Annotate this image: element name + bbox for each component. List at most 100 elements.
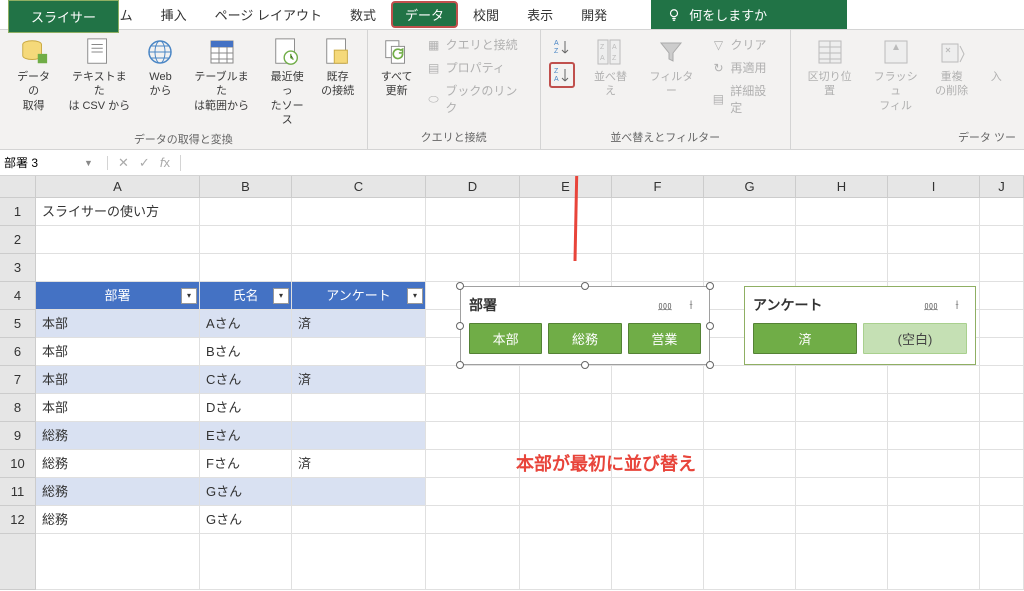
cell[interactable]: [980, 366, 1024, 394]
tab-formulas[interactable]: 数式: [336, 0, 390, 29]
cell[interactable]: [888, 226, 980, 254]
tab-data[interactable]: データ: [391, 1, 458, 28]
col-header-G[interactable]: G: [704, 176, 796, 198]
row-header[interactable]: 12: [0, 506, 36, 534]
row-header[interactable]: 3: [0, 254, 36, 282]
cell[interactable]: [980, 254, 1024, 282]
tab-pagelayout[interactable]: ページ レイアウト: [201, 0, 336, 29]
cell[interactable]: [888, 366, 980, 394]
reapply-button[interactable]: ↻再適用: [706, 57, 781, 78]
col-header-H[interactable]: H: [796, 176, 888, 198]
cell[interactable]: [292, 394, 426, 422]
from-table-button[interactable]: テーブルまた は範囲から: [185, 34, 257, 115]
tab-review[interactable]: 校閲: [459, 0, 513, 29]
tab-view[interactable]: 表示: [513, 0, 567, 29]
col-header-I[interactable]: I: [888, 176, 980, 198]
cell[interactable]: [292, 506, 426, 534]
slicer-survey[interactable]: アンケート ⅏ ⟊ 済 (空白): [744, 286, 976, 365]
cell[interactable]: Gさん: [200, 506, 292, 534]
cell[interactable]: [888, 422, 980, 450]
cell[interactable]: [36, 226, 200, 254]
sort-button[interactable]: ZAAZ並べ替え: [585, 34, 637, 101]
filter-dropdown-icon[interactable]: ▾: [181, 288, 197, 304]
tell-me-box[interactable]: 何をしますか: [651, 0, 847, 29]
cell[interactable]: [704, 226, 796, 254]
cell[interactable]: [426, 254, 520, 282]
name-box-input[interactable]: [4, 156, 84, 170]
cell[interactable]: 済: [292, 310, 426, 338]
cell[interactable]: [612, 254, 704, 282]
cell[interactable]: [426, 226, 520, 254]
existing-conn-button[interactable]: 既存 の接続: [317, 34, 359, 101]
cell[interactable]: [520, 254, 612, 282]
cell[interactable]: [704, 450, 796, 478]
multi-select-icon[interactable]: ⅏: [921, 296, 941, 314]
col-header-C[interactable]: C: [292, 176, 426, 198]
multi-select-icon[interactable]: ⅏: [655, 296, 675, 314]
cell[interactable]: スライサーの使い方: [36, 198, 200, 226]
col-header-B[interactable]: B: [200, 176, 292, 198]
cell[interactable]: [200, 534, 292, 590]
tab-slicer[interactable]: スライサー: [8, 0, 119, 33]
cell[interactable]: [520, 478, 612, 506]
row-header[interactable]: 11: [0, 478, 36, 506]
cell[interactable]: Eさん: [200, 422, 292, 450]
cell[interactable]: Aさん: [200, 310, 292, 338]
cell[interactable]: Dさん: [200, 394, 292, 422]
recent-sources-button[interactable]: 最近使っ たソース: [262, 34, 313, 129]
table-header[interactable]: アンケート▾: [292, 282, 426, 310]
cell[interactable]: [980, 478, 1024, 506]
slicer-department[interactable]: 部署 ⅏ ⟊ 本部 総務 営業: [460, 286, 710, 365]
cell[interactable]: 本部: [36, 394, 200, 422]
slicer-item[interactable]: 本部: [469, 323, 542, 354]
cell[interactable]: [796, 422, 888, 450]
row-header[interactable]: 2: [0, 226, 36, 254]
cell[interactable]: [426, 394, 520, 422]
name-box-dropdown-icon[interactable]: ▼: [84, 158, 93, 168]
cell[interactable]: [426, 198, 520, 226]
cell[interactable]: [704, 422, 796, 450]
cells-area[interactable]: スライサーの使い方 部署▾ 氏名▾ アンケート▾ 本部Aさん済 本部Bさん 本部…: [36, 198, 1024, 590]
cell[interactable]: [980, 226, 1024, 254]
cell[interactable]: [888, 506, 980, 534]
cell[interactable]: [612, 506, 704, 534]
clear-filter-button[interactable]: ▽クリア: [706, 34, 781, 55]
filter-button[interactable]: フィルター: [640, 34, 702, 101]
cell[interactable]: 本部: [36, 338, 200, 366]
cell[interactable]: [980, 282, 1024, 310]
cell[interactable]: [612, 422, 704, 450]
enter-icon[interactable]: ✓: [139, 155, 150, 171]
cell[interactable]: [796, 534, 888, 590]
cell[interactable]: [292, 422, 426, 450]
cell[interactable]: [980, 198, 1024, 226]
text-to-columns-button[interactable]: 区切り位置: [799, 34, 861, 101]
cell[interactable]: [36, 254, 200, 282]
col-header-J[interactable]: J: [980, 176, 1024, 198]
cell[interactable]: [520, 198, 612, 226]
cell[interactable]: 総務: [36, 450, 200, 478]
cell[interactable]: [520, 366, 612, 394]
cell[interactable]: Fさん: [200, 450, 292, 478]
cell[interactable]: [704, 198, 796, 226]
cell[interactable]: [292, 226, 426, 254]
cell[interactable]: [796, 254, 888, 282]
cell[interactable]: Cさん: [200, 366, 292, 394]
cell[interactable]: [888, 534, 980, 590]
cell[interactable]: [292, 338, 426, 366]
cell[interactable]: [704, 254, 796, 282]
cell[interactable]: [612, 226, 704, 254]
cell[interactable]: [520, 394, 612, 422]
clear-filter-icon[interactable]: ⟊: [681, 296, 701, 314]
row-header[interactable]: [0, 534, 36, 590]
cell[interactable]: [796, 450, 888, 478]
cell[interactable]: [292, 534, 426, 590]
row-header[interactable]: 4: [0, 282, 36, 310]
cell[interactable]: [200, 254, 292, 282]
data-in-button[interactable]: 入: [977, 34, 1016, 86]
cancel-icon[interactable]: ✕: [118, 155, 129, 171]
cell[interactable]: 済: [292, 450, 426, 478]
cell[interactable]: [612, 366, 704, 394]
cell[interactable]: [888, 478, 980, 506]
cell[interactable]: [888, 198, 980, 226]
edit-links-button[interactable]: ⬭ブックのリンク: [422, 80, 532, 118]
